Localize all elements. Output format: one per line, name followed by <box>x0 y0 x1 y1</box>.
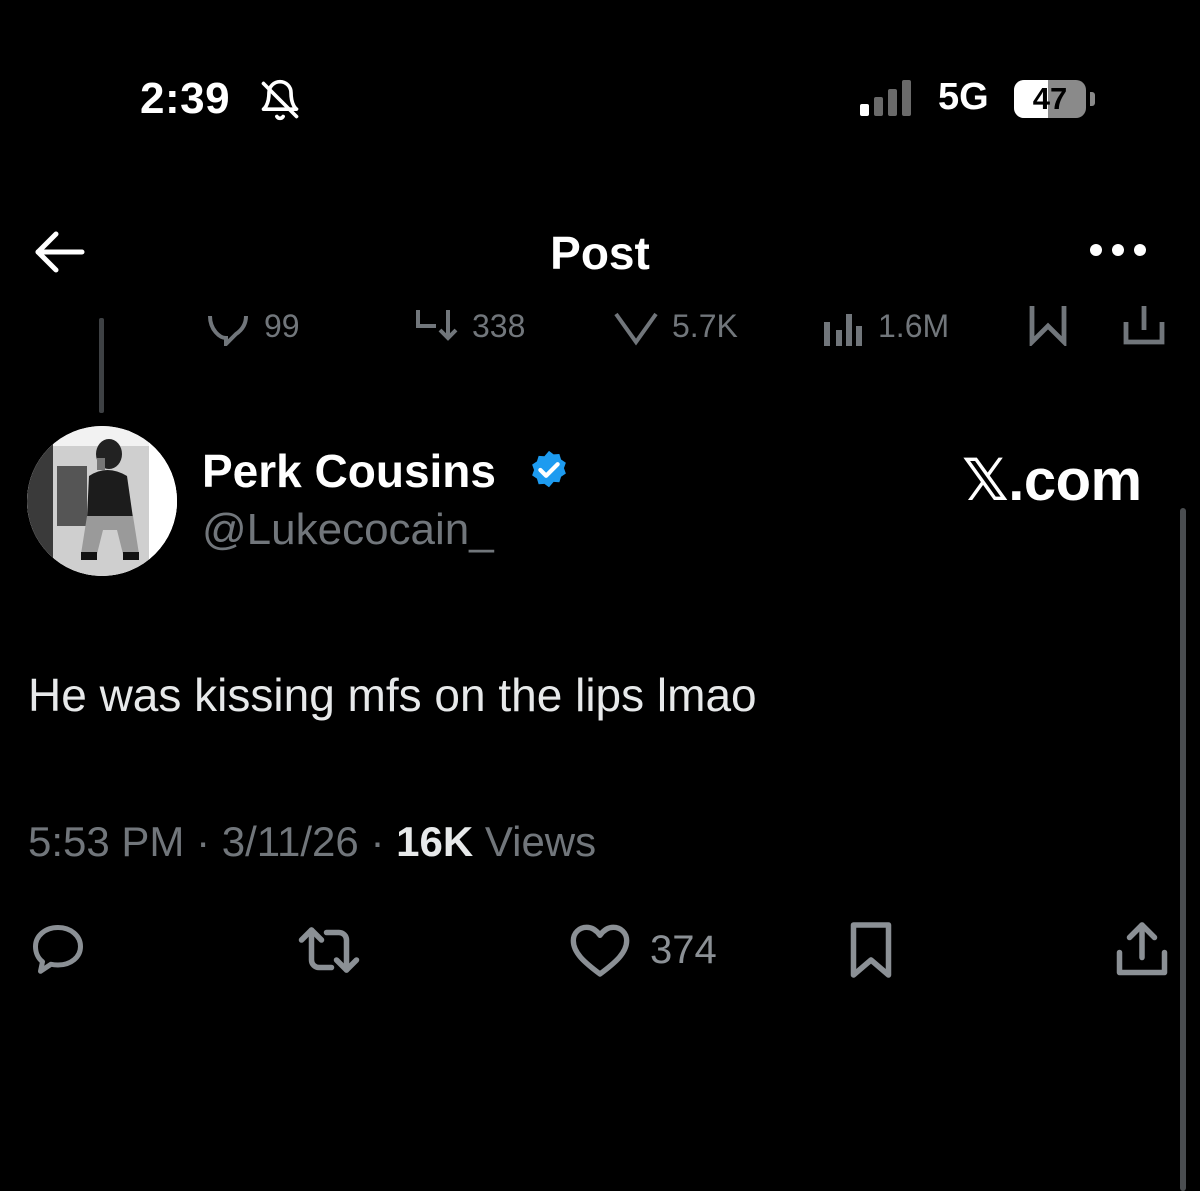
heart-icon <box>570 924 630 977</box>
reply-icon <box>208 315 248 346</box>
meta-separator: · <box>196 818 211 865</box>
post-actions: 374 <box>0 920 1200 990</box>
battery-level: 47 <box>1032 81 1068 116</box>
repost-button[interactable] <box>296 920 362 980</box>
battery-icon: 47 <box>1014 80 1086 118</box>
share-icon <box>1123 306 1165 345</box>
prev-views-count: 1.6M <box>878 307 950 344</box>
repost-icon <box>298 927 360 973</box>
post-time: 5:53 PM <box>28 818 185 865</box>
author-handle[interactable]: @Lukecocain_ <box>202 505 494 555</box>
x-brand-watermark: 𝕏.com <box>962 448 1142 513</box>
scrollbar[interactable] <box>1180 508 1186 1191</box>
status-time: 2:39 <box>140 74 231 123</box>
share-icon <box>1116 922 1168 976</box>
bookmark-icon <box>1029 306 1067 346</box>
bookmark-button[interactable] <box>846 920 896 980</box>
more-dots-icon[interactable] <box>1088 240 1148 265</box>
post-date: 3/11/26 <box>221 818 359 865</box>
battery-nub <box>1090 92 1095 106</box>
prev-repost-count: 338 <box>472 307 526 344</box>
prev-bookmark-button[interactable] <box>1026 306 1070 346</box>
author-name[interactable]: Perk Cousins <box>202 444 496 498</box>
reply-icon <box>33 925 83 974</box>
page-title: Post <box>550 227 650 279</box>
reply-button[interactable] <box>28 920 88 980</box>
prev-reply-button[interactable]: 99 <box>204 306 300 346</box>
post-text: He was kissing mfs on the lips lmao <box>28 669 757 721</box>
signal-bars-icon <box>860 80 920 121</box>
verified-badge-icon[interactable] <box>526 448 572 499</box>
bookmark-icon <box>850 922 892 978</box>
prev-like-button[interactable]: 5.7K <box>612 306 738 346</box>
prev-reply-count: 99 <box>264 307 300 344</box>
prev-share-button[interactable] <box>1122 306 1166 346</box>
views-count: 16K <box>396 818 474 865</box>
bar-chart-icon <box>824 314 862 346</box>
avatar[interactable] <box>27 426 177 576</box>
prev-views-button[interactable]: 1.6M <box>822 306 949 346</box>
meta-separator: · <box>370 818 385 865</box>
like-count: 374 <box>650 927 717 972</box>
previous-post-actions: 99 338 5.7K 1.6M <box>0 306 1200 346</box>
like-button[interactable]: 374 <box>568 920 717 980</box>
prev-repost-button[interactable]: 338 <box>412 306 525 346</box>
repost-icon <box>416 310 458 341</box>
heart-icon <box>614 312 658 346</box>
views-label: Views <box>484 818 597 865</box>
network-type: 5G <box>938 76 989 118</box>
post-meta: 5:53 PM · 3/11/26 · 16K Views <box>28 818 596 866</box>
share-button[interactable] <box>1114 920 1170 980</box>
prev-like-count: 5.7K <box>672 307 738 344</box>
bell-slash-icon <box>258 78 302 127</box>
